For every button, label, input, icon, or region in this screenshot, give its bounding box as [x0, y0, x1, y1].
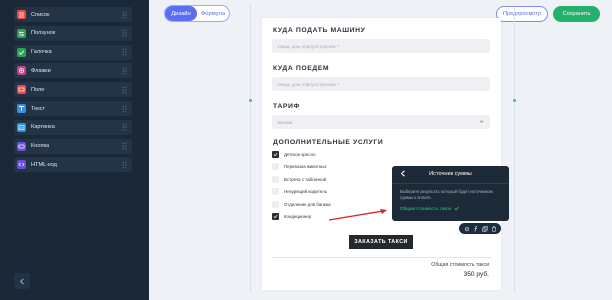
form-canvas: КУДА ПОДАТЬ МАШИНУ Улица, дом, корпус/ст…	[262, 18, 501, 290]
service-option[interactable]: Отделение для багажа	[272, 200, 331, 208]
annotation-arrow	[328, 209, 387, 221]
sidebar-block-slider[interactable]: Ползунок	[14, 25, 132, 41]
service-checkbox[interactable]	[272, 188, 279, 196]
service-option[interactable]: Детское кресло	[272, 151, 316, 158]
sidebar-block-code[interactable]: HTML-код	[14, 157, 132, 173]
service-checkbox[interactable]	[272, 151, 279, 158]
mode-toggle: Дизайн Формула	[164, 5, 230, 22]
resize-handle-right[interactable]	[513, 99, 516, 102]
button-icon	[17, 141, 26, 151]
formula-mode-tab[interactable]: Формула	[197, 6, 229, 21]
trash-icon[interactable]	[491, 225, 497, 232]
sidebar-block-label: Список	[31, 11, 50, 18]
service-label: Детское кресло	[284, 152, 316, 157]
pickup-address-input[interactable]: Улица, дом, корпус/строение *	[272, 39, 490, 53]
back-arrow-icon[interactable]	[400, 170, 406, 177]
settings-icon[interactable]	[464, 226, 470, 232]
chevron-down-icon	[479, 120, 484, 123]
resize-handle-left[interactable]	[249, 99, 252, 102]
order-taxi-button[interactable]: ЗАКАЗАТЬ ТАКСИ	[349, 235, 413, 249]
popup-header: Источник суммы	[392, 166, 509, 182]
sidebar-block-label: Галочка	[31, 49, 52, 56]
tariff-select-value: Эконом	[277, 119, 293, 125]
service-checkbox[interactable]	[272, 200, 279, 208]
collapse-sidebar-button[interactable]	[14, 273, 30, 289]
total-value: 350 руб.	[463, 271, 489, 278]
sidebar-block-label: Ползунок	[31, 30, 56, 37]
sidebar-block-label: Текст	[31, 105, 46, 112]
popup-option-total[interactable]: Общая стоимость такси	[400, 206, 459, 211]
service-option[interactable]: Кондиционер	[272, 213, 311, 220]
destination-address-input[interactable]: Улица, дом, корпус/строение *	[272, 77, 490, 91]
chevron-left-icon	[19, 278, 24, 284]
destination-section-title: КУДА ПОЕДЕМ	[273, 65, 330, 72]
check-icon	[454, 206, 459, 211]
radio-icon	[17, 66, 26, 76]
popup-description: Выберите результат, который будет источн…	[400, 189, 493, 200]
sidebar-block-label: Картинка	[31, 124, 55, 131]
divider	[272, 257, 491, 258]
sidebar-block-label: Поле	[31, 86, 45, 93]
check-icon	[273, 215, 278, 219]
service-checkbox[interactable]	[272, 213, 279, 220]
drag-handle-icon[interactable]	[122, 160, 127, 169]
drag-handle-icon[interactable]	[122, 123, 127, 132]
drag-handle-icon[interactable]	[122, 29, 127, 38]
total-label: Общая стоимость такси	[431, 262, 489, 268]
slider-icon	[17, 28, 26, 38]
image-icon	[17, 122, 26, 132]
element-toolbar	[459, 223, 501, 234]
sidebar-block-text[interactable]: Текст	[14, 101, 132, 116]
tariff-select[interactable]: Эконом	[272, 115, 490, 129]
service-label: Перевозка животных	[284, 164, 327, 170]
tariff-section-title: ТАРИФ	[273, 103, 300, 110]
canvas-guide-left	[250, 5, 251, 293]
code-icon	[17, 160, 26, 170]
drag-handle-icon[interactable]	[122, 10, 127, 19]
service-option[interactable]: Перевозка животных	[272, 163, 327, 171]
text-icon	[17, 104, 26, 113]
sidebar-block-checkbox[interactable]: Галочка	[14, 44, 132, 60]
copy-icon[interactable]	[481, 225, 488, 232]
design-mode-tab[interactable]: Дизайн	[165, 6, 197, 21]
field-icon	[17, 85, 26, 95]
sidebar-block-list[interactable]: Список	[14, 7, 132, 22]
save-button[interactable]: Сохранить	[553, 6, 600, 22]
sidebar-block-image[interactable]: Картинка	[14, 119, 132, 135]
service-label: Некурящий водитель	[284, 189, 327, 195]
check-icon	[273, 153, 278, 157]
services-section-title: ДОПОЛНИТЕЛЬНЫЕ УСЛУГИ	[273, 139, 384, 146]
list-icon	[17, 10, 26, 19]
preview-button[interactable]: Предпросмотр	[496, 6, 548, 22]
drag-handle-icon[interactable]	[122, 48, 127, 57]
service-checkbox[interactable]	[272, 163, 279, 171]
sidebar-block-button[interactable]: Кнопка	[14, 138, 132, 154]
service-option[interactable]: Некурящий водитель	[272, 188, 327, 196]
sidebar-block-label: Кнопка	[31, 143, 50, 150]
drag-handle-icon[interactable]	[122, 142, 127, 151]
sidebar-block-radio[interactable]: Флажки	[14, 63, 132, 79]
service-label: Кондиционер	[284, 214, 312, 219]
sidebar-block-field[interactable]: Поле	[14, 82, 132, 98]
sum-source-popup: Источник суммы Выберите результат, котор…	[392, 166, 509, 221]
drag-handle-icon[interactable]	[122, 104, 127, 113]
popup-divider	[392, 183, 509, 184]
formula-icon[interactable]	[473, 225, 479, 232]
blocks-sidebar: Список Ползунок Галочка Флажки Поле Текст Карт…	[0, 0, 149, 300]
drag-handle-icon[interactable]	[122, 66, 127, 75]
service-label: Отделение для багажа	[284, 201, 331, 207]
sidebar-block-label: Флажки	[31, 67, 51, 74]
drag-handle-icon[interactable]	[122, 85, 127, 94]
canvas-guide-right	[514, 5, 515, 293]
checkbox-icon	[17, 47, 26, 57]
popup-title: Источник суммы	[429, 171, 472, 177]
pickup-section-title: КУДА ПОДАТЬ МАШИНУ	[273, 27, 366, 34]
sidebar-block-label: HTML-код	[31, 161, 57, 168]
service-option[interactable]: Встреча с табличкой	[272, 175, 327, 183]
popup-option-label: Общая стоимость такси	[400, 206, 452, 211]
service-checkbox[interactable]	[272, 175, 279, 183]
service-label: Встреча с табличкой	[284, 176, 327, 182]
